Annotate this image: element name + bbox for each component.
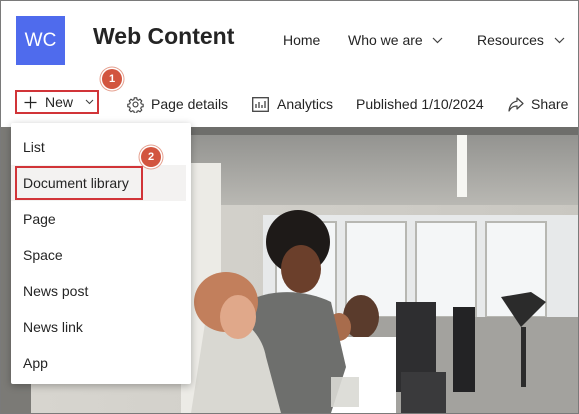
- menu-item-page[interactable]: Page: [11, 201, 191, 237]
- menu-item-label: App: [23, 355, 48, 371]
- sharepoint-page: WC Web Content Home Who we are Resources…: [0, 0, 579, 414]
- new-button[interactable]: New: [15, 90, 99, 114]
- nav-item-who-we-are[interactable]: Who we are: [348, 32, 443, 48]
- analytics-icon: [252, 96, 269, 112]
- menu-item-news-post[interactable]: News post: [11, 273, 191, 309]
- menu-item-space[interactable]: Space: [11, 237, 191, 273]
- published-label: Published 1/10/2024: [356, 96, 484, 112]
- gear-icon: [127, 96, 144, 113]
- menu-item-label: Space: [23, 247, 63, 263]
- menu-item-label: News link: [23, 319, 83, 335]
- nav-item-label: Who we are: [348, 32, 423, 48]
- new-button-label: New: [45, 94, 74, 110]
- chevron-down-icon: [85, 99, 94, 105]
- chevron-down-icon: [554, 37, 565, 44]
- callout-badge-1: 1: [102, 69, 122, 89]
- site-logo[interactable]: WC: [16, 16, 65, 65]
- callout-badge-2: 2: [141, 147, 161, 167]
- plus-icon: [24, 96, 37, 109]
- site-logo-initials: WC: [24, 29, 57, 51]
- menu-item-news-link[interactable]: News link: [11, 309, 191, 345]
- page-details-label: Page details: [151, 96, 229, 112]
- share-label: Share: [531, 96, 569, 112]
- document-library-callout-box: [15, 166, 143, 200]
- analytics-label: Analytics: [277, 96, 334, 112]
- menu-item-label: News post: [23, 283, 89, 299]
- share-button[interactable]: Share: [508, 94, 568, 114]
- share-icon: [508, 96, 524, 112]
- page-details-button[interactable]: Page details: [127, 94, 228, 114]
- analytics-button[interactable]: Analytics: [252, 94, 333, 114]
- nav-item-resources[interactable]: Resources: [477, 32, 565, 48]
- nav-item-label: Home: [283, 32, 321, 48]
- menu-item-list[interactable]: List: [11, 129, 191, 165]
- nav-item-label: Resources: [477, 32, 544, 48]
- new-dropdown-menu: List Document library Page Space News po…: [11, 123, 191, 384]
- menu-item-app[interactable]: App: [11, 345, 191, 381]
- menu-item-label: List: [23, 139, 45, 155]
- site-title[interactable]: Web Content: [93, 23, 234, 50]
- menu-item-label: Page: [23, 211, 56, 227]
- nav-item-home[interactable]: Home: [283, 32, 320, 48]
- published-status[interactable]: Published 1/10/2024: [356, 94, 484, 114]
- chevron-down-icon: [432, 37, 443, 44]
